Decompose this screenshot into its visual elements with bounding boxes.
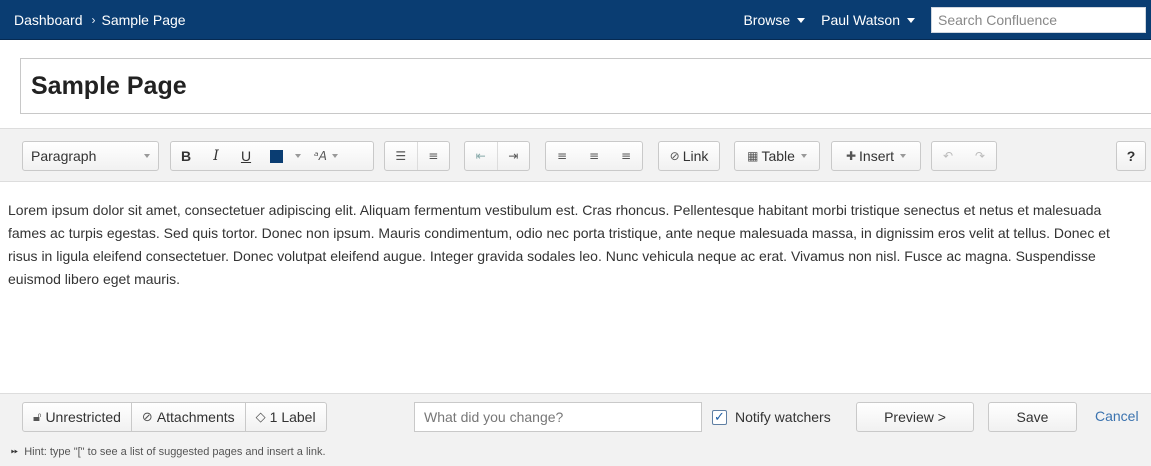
text-style-icon: ᵃA: [314, 149, 327, 163]
insert-link-label: Link: [682, 148, 709, 164]
notify-watchers-checkbox[interactable]: ✓: [712, 409, 727, 425]
chevron-down-icon: [331, 154, 338, 158]
editor-body[interactable]: Lorem ipsum dolor sit amet, consectetuer…: [0, 183, 1151, 393]
labels-label: 1 Label: [269, 409, 316, 425]
breadcrumb-dashboard[interactable]: Dashboard: [14, 12, 83, 28]
editor-hint: ⏩︎ Hint: type "[" to see a list of sugge…: [11, 446, 326, 458]
indent-group: ⇤ ⇥: [464, 141, 530, 171]
breadcrumb: Dashboard › Sample Page: [14, 0, 186, 40]
insert-icon: ✚: [845, 149, 857, 163]
text-color-icon: [269, 149, 283, 163]
editor-footer: 🔓︎ Unrestricted ⊘ Attachments ◇ 1 Label …: [0, 393, 1151, 466]
change-comment-input[interactable]: [414, 402, 702, 432]
page-meta-group: 🔓︎ Unrestricted ⊘ Attachments ◇ 1 Label: [22, 402, 327, 432]
restrictions-button[interactable]: 🔓︎ Unrestricted: [23, 403, 132, 431]
outdent-icon: ⇤: [475, 149, 486, 163]
undo-icon: ↶: [942, 149, 954, 163]
fast-forward-icon: ⏩︎: [11, 447, 19, 457]
align-left-icon: ≡: [556, 149, 568, 163]
text-style-dropdown[interactable]: ᵃA: [305, 142, 347, 170]
text-color-dropdown[interactable]: [291, 142, 305, 170]
labels-button[interactable]: ◇ 1 Label: [246, 403, 326, 431]
search-input[interactable]: [931, 7, 1146, 33]
editor-toolbar: Paragraph B I U ᵃA ☰ ≡ ⇤ ⇥ ≡ ≡ ≡ ⊘ Link …: [0, 128, 1151, 182]
preview-button[interactable]: Preview >: [856, 402, 974, 432]
hint-text: Hint: type "[" to see a list of suggeste…: [24, 446, 326, 458]
indent-icon: ⇥: [508, 149, 519, 163]
chevron-down-icon: [144, 154, 150, 158]
undo-button[interactable]: ↶: [932, 142, 964, 170]
bullet-list-button[interactable]: ☰: [385, 142, 417, 170]
chevron-down-icon: [800, 154, 807, 158]
breadcrumb-current-page[interactable]: Sample Page: [102, 12, 186, 28]
redo-button[interactable]: ↷: [964, 142, 996, 170]
tag-icon: ◇: [255, 409, 266, 425]
browse-menu[interactable]: Browse: [743, 12, 806, 28]
insert-link-button[interactable]: ⊘ Link: [658, 141, 720, 171]
chevron-down-icon: [900, 154, 907, 158]
align-center-icon: ≡: [588, 149, 600, 163]
text-format-group: B I U ᵃA: [170, 141, 374, 171]
numbered-list-button[interactable]: ≡: [417, 142, 449, 170]
user-menu[interactable]: Paul Watson: [821, 12, 915, 28]
undo-redo-group: ↶ ↷: [931, 141, 997, 171]
attachments-button[interactable]: ⊘ Attachments: [132, 403, 246, 431]
align-right-icon: ≡: [620, 149, 632, 163]
cancel-link[interactable]: Cancel: [1095, 408, 1139, 424]
notify-watchers-label: Notify watchers: [735, 409, 831, 425]
indent-button[interactable]: ⇥: [497, 142, 529, 170]
bold-button[interactable]: B: [171, 142, 201, 170]
restrictions-label: Unrestricted: [45, 409, 121, 425]
align-center-button[interactable]: ≡: [578, 142, 610, 170]
unlock-icon: 🔓︎: [33, 409, 42, 425]
chevron-down-icon: [907, 17, 915, 23]
insert-label: Insert: [859, 148, 895, 164]
page-title-field[interactable]: Sample Page: [20, 58, 1151, 114]
editor-paragraph: Lorem ipsum dolor sit amet, consectetuer…: [8, 202, 1110, 287]
top-nav-bar: Dashboard › Sample Page Browse Paul Wats…: [0, 0, 1151, 40]
bullet-list-icon: ☰: [395, 149, 407, 163]
notify-watchers-toggle[interactable]: ✓ Notify watchers: [712, 402, 831, 432]
table-icon: ▦: [747, 149, 759, 163]
help-button[interactable]: ?: [1116, 141, 1146, 171]
insert-dropdown[interactable]: ✚ Insert: [831, 141, 921, 171]
table-label: Table: [761, 148, 795, 164]
save-button[interactable]: Save: [988, 402, 1077, 432]
redo-icon: ↷: [974, 149, 986, 163]
paragraph-format-dropdown[interactable]: Paragraph: [22, 141, 159, 171]
text-color-button[interactable]: [261, 142, 291, 170]
browse-menu-label: Browse: [743, 12, 791, 28]
list-group: ☰ ≡: [384, 141, 450, 171]
table-dropdown[interactable]: ▦ Table: [734, 141, 820, 171]
paragraph-format-label: Paragraph: [31, 148, 97, 164]
page-title: Sample Page: [31, 72, 187, 100]
breadcrumb-separator-icon: ›: [91, 13, 96, 27]
italic-button[interactable]: I: [201, 142, 231, 170]
outdent-button[interactable]: ⇤: [465, 142, 497, 170]
align-right-button[interactable]: ≡: [610, 142, 642, 170]
align-left-button[interactable]: ≡: [546, 142, 578, 170]
alignment-group: ≡ ≡ ≡: [545, 141, 643, 171]
numbered-list-icon: ≡: [428, 149, 439, 163]
chevron-down-icon: [797, 17, 806, 23]
underline-button[interactable]: U: [231, 142, 261, 170]
chevron-down-icon: [295, 154, 301, 158]
link-icon: ⊘: [669, 149, 680, 163]
checkmark-icon: ✓: [714, 409, 725, 425]
attachments-label: Attachments: [156, 409, 235, 425]
paperclip-icon: ⊘: [141, 409, 153, 425]
user-menu-label: Paul Watson: [821, 12, 900, 28]
